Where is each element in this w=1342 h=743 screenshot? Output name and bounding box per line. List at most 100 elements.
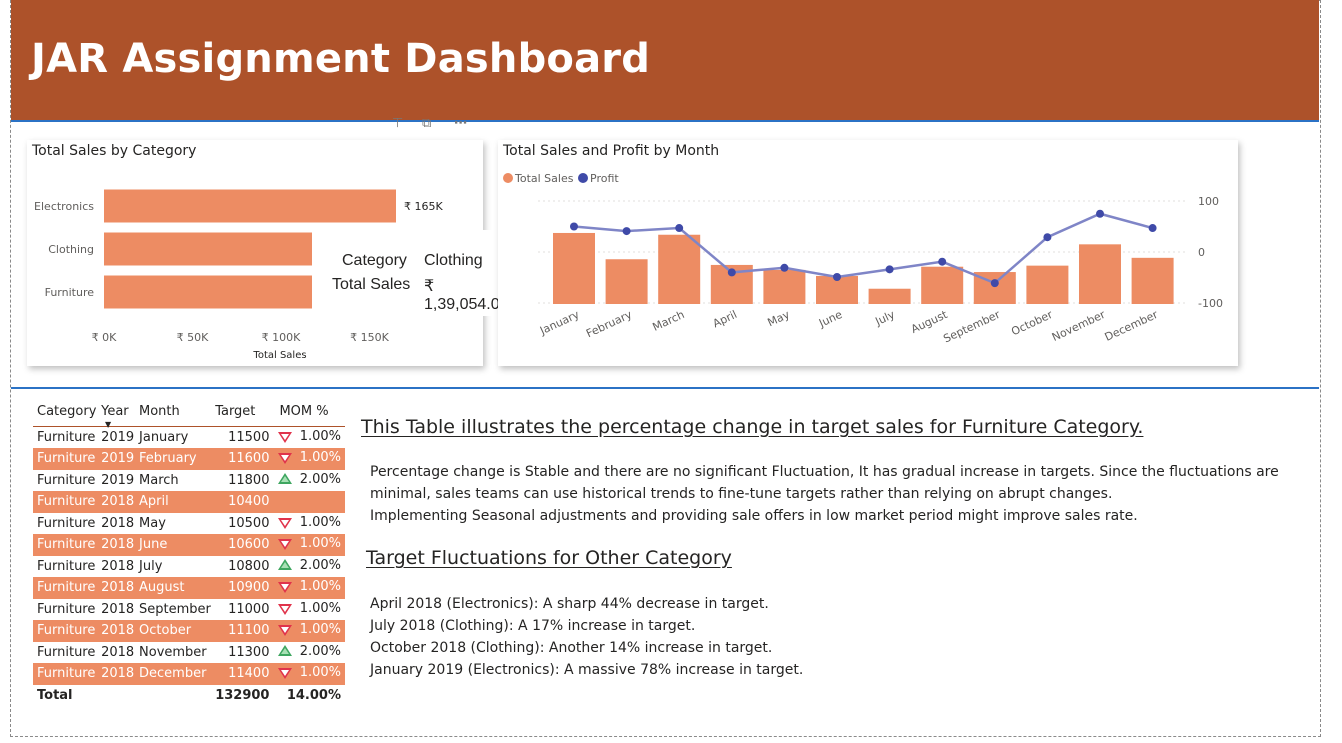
column-header-target[interactable]: Target — [211, 400, 274, 427]
bar — [1131, 257, 1174, 304]
table-row[interactable]: Furniture 2018 October 11100 1.00% — [33, 620, 345, 642]
cell-category: Furniture — [33, 534, 98, 556]
trend-down-icon — [277, 453, 292, 465]
x-tick-label: December — [1103, 308, 1161, 344]
sort-descending-icon[interactable]: ▼ — [105, 420, 111, 429]
profit-point — [1148, 224, 1157, 233]
table-row[interactable]: Furniture 2018 September 11000 1.00% — [33, 599, 345, 621]
cell-mom: 1.00% — [273, 513, 345, 535]
table-row[interactable]: Furniture 2018 May 10500 1.00% — [33, 513, 345, 535]
y-tick-label: Electronics — [34, 200, 94, 213]
profit-point — [938, 257, 947, 266]
cell-category: Furniture — [37, 472, 96, 488]
bar — [605, 259, 648, 304]
header-banner: JAR Assignment Dashboard — [11, 0, 1319, 122]
cell-month: August — [135, 577, 212, 599]
total-empty — [135, 685, 211, 707]
cell-category: Furniture — [33, 448, 98, 470]
sales-profit-by-month-visual[interactable]: Total Sales and Profit by Month Total Sa… — [498, 140, 1238, 366]
cell-month: April — [135, 491, 212, 513]
cell-year: 2018 — [97, 491, 136, 513]
table-row[interactable]: Furniture 2018 November 11300 2.00% — [33, 642, 345, 664]
y-tick-label: Clothing — [48, 243, 94, 256]
cell-target: 11400 — [211, 663, 274, 685]
x-tick-label: July — [873, 308, 898, 329]
trend-down-icon — [277, 668, 292, 680]
filter-icon[interactable]: ⊤ — [392, 116, 403, 131]
table-row[interactable]: Furniture 2019 March 11800 2.00% — [33, 470, 345, 492]
cell-year: 2019 — [97, 448, 136, 470]
bar — [104, 275, 329, 309]
column-header-month[interactable]: Month — [135, 400, 212, 427]
mom-value: 1.00% — [299, 579, 341, 595]
cell-mom: 2.00% — [273, 642, 345, 664]
bar — [921, 266, 964, 304]
x-axis-label: Total Sales — [252, 350, 306, 361]
data-label: ₹ 165K — [404, 200, 443, 213]
cell-month: June — [135, 534, 212, 556]
table-row[interactable]: Furniture 2018 June 10600 1.00% — [33, 534, 345, 556]
mom-value: 2.00% — [299, 557, 341, 573]
cell-category: Furniture — [33, 663, 98, 685]
cell-mom: 1.00% — [273, 427, 345, 449]
trend-down-icon — [277, 625, 292, 637]
mom-value: 1.00% — [299, 429, 341, 444]
description-paragraph: Percentage change is Stable and there ar… — [370, 461, 1279, 527]
mom-value: 2.00% — [299, 643, 341, 659]
cell-year: 2018 — [101, 601, 135, 617]
profit-point — [1096, 209, 1104, 218]
table-row[interactable]: Furniture 2018 August 10900 1.00% — [33, 577, 345, 599]
table-row[interactable]: Furniture 2018 April 10400 — [33, 491, 345, 513]
fluctuation-item: January 2019 (Electronics): A massive 78… — [370, 662, 804, 678]
cell-mom: 1.00% — [273, 663, 345, 685]
trend-up-icon — [277, 558, 292, 570]
more-options-icon[interactable]: ⋯ — [454, 116, 467, 131]
description-line-1: Percentage change is Stable and there ar… — [370, 464, 1279, 480]
x-tick-label: February — [584, 308, 634, 341]
x-tick-label: November — [1050, 308, 1108, 344]
cell-category: Furniture — [37, 515, 96, 531]
tooltip-category-label: Category — [342, 252, 407, 269]
table-row[interactable]: Furniture 2018 December 11400 1.00% — [33, 663, 345, 685]
table-row[interactable]: Furniture 2018 July 10800 2.00% — [33, 556, 345, 578]
cell-year: 2018 — [101, 644, 135, 660]
x-tick-label: ₹ 50K — [177, 331, 209, 344]
profit-point — [675, 224, 684, 233]
table-row[interactable]: Furniture 2019 February 11600 1.00% — [33, 448, 345, 470]
legend-sales-label: Total Sales — [514, 172, 574, 185]
cell-month: September — [139, 601, 211, 617]
trend-up-icon — [277, 644, 292, 656]
cell-month: November — [139, 644, 207, 660]
cell-month: February — [135, 448, 212, 470]
y2-tick-label: 0 — [1198, 246, 1205, 259]
profit-point — [990, 279, 999, 288]
x-tick-label: March — [651, 308, 687, 334]
table-row[interactable]: Furniture 2019 January 11500 1.00% — [33, 427, 345, 449]
tooltip-sales-label: Total Sales — [332, 276, 411, 293]
cell-target: 10400 — [211, 491, 274, 513]
target-table[interactable]: Category Year Month Target MOM % Furnitu… — [33, 400, 345, 707]
combo-chart-svg: Total Sales Profit 100 0 -100 January February… — [503, 172, 1223, 346]
cell-month: May — [139, 515, 166, 531]
cell-year: 2019 — [101, 472, 135, 488]
x-tick-label: September — [941, 308, 1002, 346]
total-target: 132900 — [215, 688, 270, 703]
bar — [763, 269, 806, 304]
cell-month: December — [135, 663, 212, 685]
cell-category: Furniture — [37, 644, 96, 660]
cell-target: 10600 — [211, 534, 274, 556]
cell-category: Furniture — [37, 430, 96, 445]
fluctuation-item: October 2018 (Clothing): Another 14% inc… — [370, 640, 773, 656]
legend-profit-label: Profit — [590, 172, 619, 185]
column-header-category[interactable]: Category — [33, 400, 98, 427]
column-header-mom[interactable]: MOM % — [273, 400, 345, 427]
focus-mode-icon[interactable]: ⧉ — [422, 116, 431, 131]
profit-point — [570, 222, 578, 231]
chart-tooltip: Category Clothing Total Sales ₹ 1,39,054… — [312, 230, 509, 316]
column-header-year[interactable]: Year — [97, 400, 136, 427]
cell-mom: 2.00% — [273, 556, 345, 578]
cell-mom: 1.00% — [273, 448, 345, 470]
x-tick-label: ₹ 150K — [350, 331, 389, 344]
profit-point — [885, 265, 894, 274]
cell-target: 10800 — [228, 558, 270, 574]
